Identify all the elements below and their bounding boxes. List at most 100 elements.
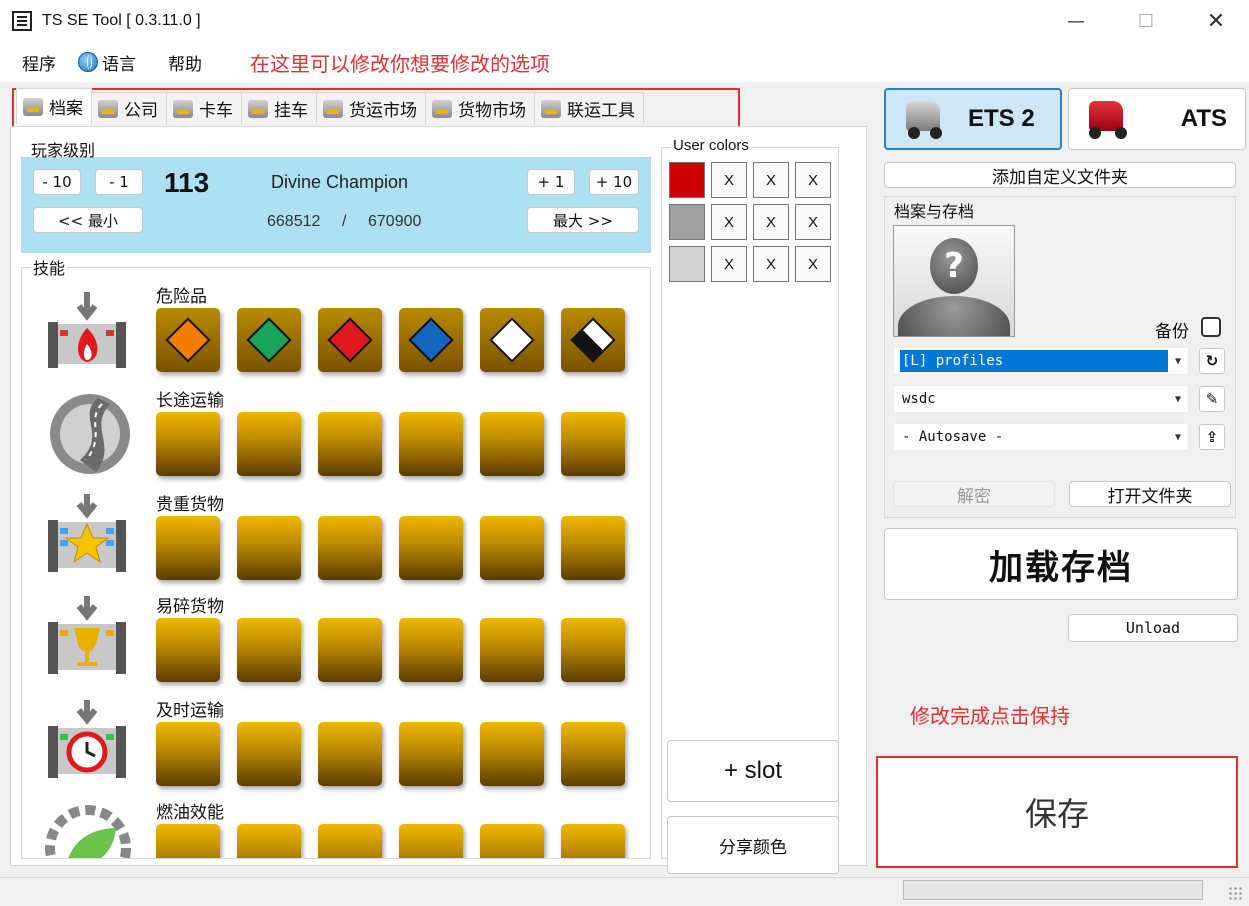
fragile-tile-4[interactable] xyxy=(399,618,463,682)
long-distance-tile-1[interactable] xyxy=(156,412,220,476)
high-value-tile-3[interactable] xyxy=(318,516,382,580)
just-in-time-tile-2[interactable] xyxy=(237,722,301,786)
tab-profile[interactable]: 档案 xyxy=(16,88,92,124)
user-color-clear-2a[interactable]: X xyxy=(711,204,747,240)
eco-driving-tile-1[interactable] xyxy=(156,824,220,858)
share-colors-button[interactable]: 分享颜色 xyxy=(667,816,839,874)
high-value-tile-5[interactable] xyxy=(480,516,544,580)
user-color-clear-3c[interactable]: X xyxy=(795,246,831,282)
refresh-button[interactable]: ↻ xyxy=(1199,348,1225,374)
convoy-tools-tab-icon xyxy=(541,99,561,118)
edit-profile-button[interactable]: ✎ xyxy=(1199,386,1225,412)
min-level-button[interactable]: << 最小 xyxy=(33,207,143,233)
adr-dangerous-when-wet-tile[interactable] xyxy=(399,308,463,372)
high-value-tile-1[interactable] xyxy=(156,516,220,580)
just-in-time-tile-1[interactable] xyxy=(156,722,220,786)
load-save-button[interactable]: 加载存档 xyxy=(884,528,1238,600)
tab-trailer[interactable]: 挂车 xyxy=(241,92,317,124)
backup-label: 备份 xyxy=(1155,322,1189,342)
long-distance-tile-2[interactable] xyxy=(237,412,301,476)
just-in-time-tile-5[interactable] xyxy=(480,722,544,786)
profile-folder-select[interactable]: [L] profiles ▼ xyxy=(893,347,1189,375)
eco-driving-tile-6[interactable] xyxy=(561,824,625,858)
decrypt-button[interactable]: 解密 xyxy=(893,481,1055,507)
user-color-clear-2c[interactable]: X xyxy=(795,204,831,240)
right-panel: ETS 2 ATS 添加自定义文件夹 ? 备份 [L] profiles ▼ ↻ … xyxy=(876,82,1246,877)
eco-driving-tile-2[interactable] xyxy=(237,824,301,858)
eco-driving-tile-3[interactable] xyxy=(318,824,382,858)
adr-gases-tile[interactable] xyxy=(237,308,301,372)
menu-language[interactable]: 语言 xyxy=(78,50,136,75)
fragile-skill-icon xyxy=(48,596,126,674)
ats-button[interactable]: ATS xyxy=(1068,88,1246,150)
fragile-tile-1[interactable] xyxy=(156,618,220,682)
menu-help[interactable]: 帮助 xyxy=(168,50,202,75)
plus-10-button[interactable]: + 10 xyxy=(589,169,639,195)
high-value-tile-2[interactable] xyxy=(237,516,301,580)
maximize-button[interactable]: ☐ xyxy=(1111,0,1181,42)
adr-explosives-tile[interactable] xyxy=(156,308,220,372)
adr-corrosive-tile[interactable] xyxy=(561,308,625,372)
fragile-tile-5[interactable] xyxy=(480,618,544,682)
user-color-clear-1b[interactable]: X xyxy=(753,162,789,198)
just-in-time-tile-4[interactable] xyxy=(399,722,463,786)
edit-icon: ✎ xyxy=(1205,390,1219,408)
adr-flammable-tile[interactable] xyxy=(318,308,382,372)
minus-1-button[interactable]: - 1 xyxy=(95,169,143,195)
eco-driving-tile-4[interactable] xyxy=(399,824,463,858)
high-value-tile-4[interactable] xyxy=(399,516,463,580)
minimize-button[interactable]: — xyxy=(1041,0,1111,42)
user-color-swatch-3[interactable] xyxy=(669,246,705,282)
save-select[interactable]: - Autosave - ▼ xyxy=(893,423,1189,451)
tab-convoy-tools[interactable]: 联运工具 xyxy=(534,92,644,124)
user-color-clear-3b[interactable]: X xyxy=(753,246,789,282)
ets2-button[interactable]: ETS 2 xyxy=(884,88,1062,150)
fragile-tile-6[interactable] xyxy=(561,618,625,682)
annotation-save-hint: 修改完成点击保持 xyxy=(910,704,1070,728)
tab-truck[interactable]: 卡车 xyxy=(166,92,242,124)
menu-program[interactable]: 程序 xyxy=(22,50,56,75)
profiles-saves-label: 档案与存档 xyxy=(892,198,977,222)
just-in-time-skill-icon xyxy=(48,700,126,778)
backup-checkbox[interactable] xyxy=(1201,317,1221,337)
long-distance-tile-5[interactable] xyxy=(480,412,544,476)
max-level-button[interactable]: 最大 >> xyxy=(527,207,639,233)
add-custom-folder-button[interactable]: 添加自定义文件夹 xyxy=(884,162,1236,188)
tab-company[interactable]: 公司 xyxy=(91,92,167,124)
unload-button[interactable]: Unload xyxy=(1068,614,1238,642)
minus-10-button[interactable]: - 10 xyxy=(33,169,81,195)
user-color-swatch-2[interactable] xyxy=(669,204,705,240)
freight-market-tab-icon xyxy=(323,99,343,118)
user-color-swatch-1[interactable] xyxy=(669,162,705,198)
user-color-clear-1c[interactable]: X xyxy=(795,162,831,198)
close-button[interactable]: ✕ xyxy=(1181,0,1249,42)
player-rank-name: Divine Champion xyxy=(271,172,409,192)
tab-cargo-market[interactable]: 货物市场 xyxy=(425,92,535,124)
export-save-button[interactable]: ⇪ xyxy=(1199,424,1225,450)
just-in-time-tile-3[interactable] xyxy=(318,722,382,786)
long-distance-tile-4[interactable] xyxy=(399,412,463,476)
resize-grip-icon[interactable] xyxy=(1228,886,1244,902)
fragile-tile-3[interactable] xyxy=(318,618,382,682)
long-distance-tile-6[interactable] xyxy=(561,412,625,476)
user-color-clear-1a[interactable]: X xyxy=(711,162,747,198)
fragile-tile-2[interactable] xyxy=(237,618,301,682)
save-button[interactable]: 保存 xyxy=(876,756,1238,868)
user-color-clear-2b[interactable]: X xyxy=(753,204,789,240)
plus-1-button[interactable]: + 1 xyxy=(527,169,575,195)
user-color-clear-3a[interactable]: X xyxy=(711,246,747,282)
just-in-time-tile-6[interactable] xyxy=(561,722,625,786)
xp-next: 670900 xyxy=(368,213,422,230)
high-value-tile-6[interactable] xyxy=(561,516,625,580)
truck-tab-icon xyxy=(173,99,193,118)
tab-cargo-market-label: 货物市场 xyxy=(458,101,526,121)
adr-toxic-tile[interactable] xyxy=(480,308,544,372)
toxic-hazmat-icon xyxy=(489,317,535,363)
tab-freight-market[interactable]: 货运市场 xyxy=(316,92,426,124)
chevron-down-icon: ▼ xyxy=(1174,431,1182,443)
long-distance-tile-3[interactable] xyxy=(318,412,382,476)
eco-driving-tile-5[interactable] xyxy=(480,824,544,858)
profile-select[interactable]: wsdc ▼ xyxy=(893,385,1189,413)
open-folder-button[interactable]: 打开文件夹 xyxy=(1069,481,1231,507)
add-slot-button[interactable]: + slot xyxy=(667,740,839,802)
